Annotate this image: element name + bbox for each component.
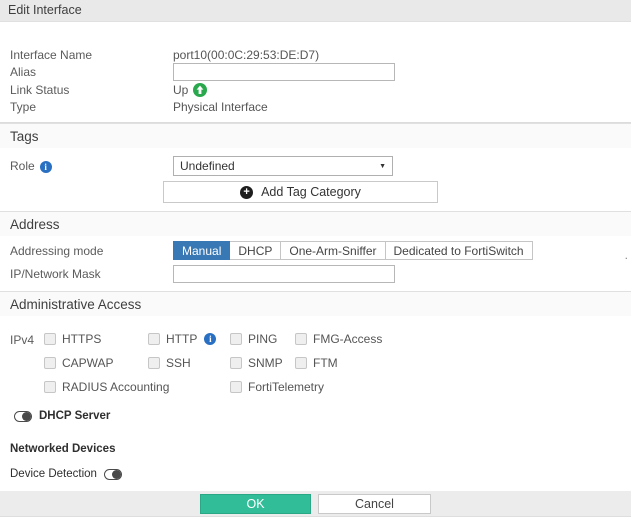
ipv4-access-row: IPv4 HTTPS HTTP i PING FMG-Access CAPWA [0, 332, 631, 394]
add-tag-category-button[interactable]: + Add Tag Category [163, 181, 438, 203]
fmg-access-checkbox[interactable] [295, 333, 307, 345]
ping-checkbox[interactable] [230, 333, 242, 345]
tags-section-header: Tags [0, 123, 631, 148]
fortitelemetry-checkbox[interactable] [230, 381, 242, 393]
ftm-checkbox[interactable] [295, 357, 307, 369]
role-info-icon[interactable]: i [40, 161, 52, 173]
type-row: Type Physical Interface [0, 98, 631, 115]
access-option-http: HTTP i [148, 332, 230, 346]
dhcp-server-toggle[interactable] [14, 411, 32, 422]
ping-label: PING [248, 332, 277, 346]
mode-dedicated-fortiswitch-button[interactable]: Dedicated to FortiSwitch [386, 241, 533, 260]
ip-mask-label: IP/Network Mask [10, 267, 173, 281]
addressing-mode-label: Addressing mode [10, 244, 173, 258]
alias-label: Alias [10, 65, 173, 79]
access-option-fmg-access: FMG-Access [295, 332, 382, 346]
chevron-down-icon: ▼ [379, 163, 386, 170]
capwap-checkbox[interactable] [44, 357, 56, 369]
role-label-text: Role [10, 159, 35, 173]
mode-manual-button[interactable]: Manual [173, 241, 230, 260]
alias-row: Alias [0, 63, 631, 81]
address-section-header: Address [0, 211, 631, 236]
fortitelemetry-label: FortiTelemetry [248, 380, 324, 394]
addressing-mode-segmented-control: Manual DHCP One-Arm-Sniffer Dedicated to… [173, 241, 533, 260]
cancel-button[interactable]: Cancel [318, 494, 431, 514]
link-up-icon [193, 83, 207, 97]
link-status-row: Link Status Up [0, 81, 631, 98]
http-label: HTTP [166, 332, 197, 346]
mode-dhcp-button[interactable]: DHCP [230, 241, 281, 260]
role-row: Rolei Undefined ▼ [0, 155, 631, 177]
role-label: Rolei [10, 159, 173, 173]
fmg-access-label: FMG-Access [313, 332, 382, 346]
networked-devices-title: Networked Devices [0, 443, 631, 455]
ok-button[interactable]: OK [200, 494, 311, 514]
access-option-ping: PING [230, 332, 295, 346]
http-info-icon[interactable]: i [204, 333, 216, 345]
snmp-checkbox[interactable] [230, 357, 242, 369]
interface-name-label: Interface Name [10, 48, 173, 62]
page-title: Edit Interface [0, 0, 631, 22]
access-option-fortitelemetry: FortiTelemetry [230, 380, 382, 394]
dhcp-server-row: DHCP Server [0, 410, 631, 422]
add-tag-row: + Add Tag Category [0, 181, 631, 203]
ip-mask-input[interactable] [173, 265, 395, 283]
footer-bar: OK Cancel [0, 491, 631, 517]
type-label: Type [10, 100, 173, 114]
dhcp-server-label: DHCP Server [39, 410, 110, 422]
alias-input[interactable] [173, 63, 395, 81]
interface-name-value: port10(00:0C:29:53:DE:D7) [173, 48, 319, 62]
ip-mask-row: IP/Network Mask [0, 265, 631, 283]
role-dropdown-value: Undefined [180, 159, 379, 173]
device-detection-label: Device Detection [10, 468, 97, 480]
access-option-radius-accounting: RADIUS Accounting [44, 380, 230, 394]
ipv4-access-grid: HTTPS HTTP i PING FMG-Access CAPWAP S [44, 332, 382, 394]
ftm-label: FTM [313, 356, 338, 370]
access-option-capwap: CAPWAP [44, 356, 148, 370]
access-option-snmp: SNMP [230, 356, 295, 370]
mode-one-arm-sniffer-button[interactable]: One-Arm-Sniffer [281, 241, 385, 260]
plus-icon: + [240, 186, 253, 199]
https-label: HTTPS [62, 332, 101, 346]
access-option-ssh: SSH [148, 356, 230, 370]
snmp-label: SNMP [248, 356, 283, 370]
admin-access-section-header: Administrative Access [0, 291, 631, 316]
device-detection-toggle[interactable] [104, 469, 122, 480]
add-tag-category-label: Add Tag Category [261, 185, 361, 199]
ssh-checkbox[interactable] [148, 357, 160, 369]
general-section: Interface Name port10(00:0C:29:53:DE:D7)… [0, 46, 631, 115]
ipv4-label: IPv4 [10, 332, 44, 394]
radius-accounting-checkbox[interactable] [44, 381, 56, 393]
addressing-mode-row: Addressing mode Manual DHCP One-Arm-Snif… [0, 241, 631, 260]
capwap-label: CAPWAP [62, 356, 114, 370]
role-dropdown[interactable]: Undefined ▼ [173, 156, 393, 176]
device-detection-row: Device Detection [0, 468, 631, 480]
radius-accounting-label: RADIUS Accounting [62, 380, 169, 394]
access-option-https: HTTPS [44, 332, 148, 346]
https-checkbox[interactable] [44, 333, 56, 345]
access-option-ftm: FTM [295, 356, 382, 370]
ssh-label: SSH [166, 356, 191, 370]
stray-dot: . [625, 248, 628, 262]
link-status-value: Up [173, 83, 188, 97]
edit-interface-dialog: Edit Interface Interface Name port10(00:… [0, 0, 631, 522]
type-value: Physical Interface [173, 100, 268, 114]
http-checkbox[interactable] [148, 333, 160, 345]
link-status-label: Link Status [10, 83, 173, 97]
interface-name-row: Interface Name port10(00:0C:29:53:DE:D7) [0, 46, 631, 63]
